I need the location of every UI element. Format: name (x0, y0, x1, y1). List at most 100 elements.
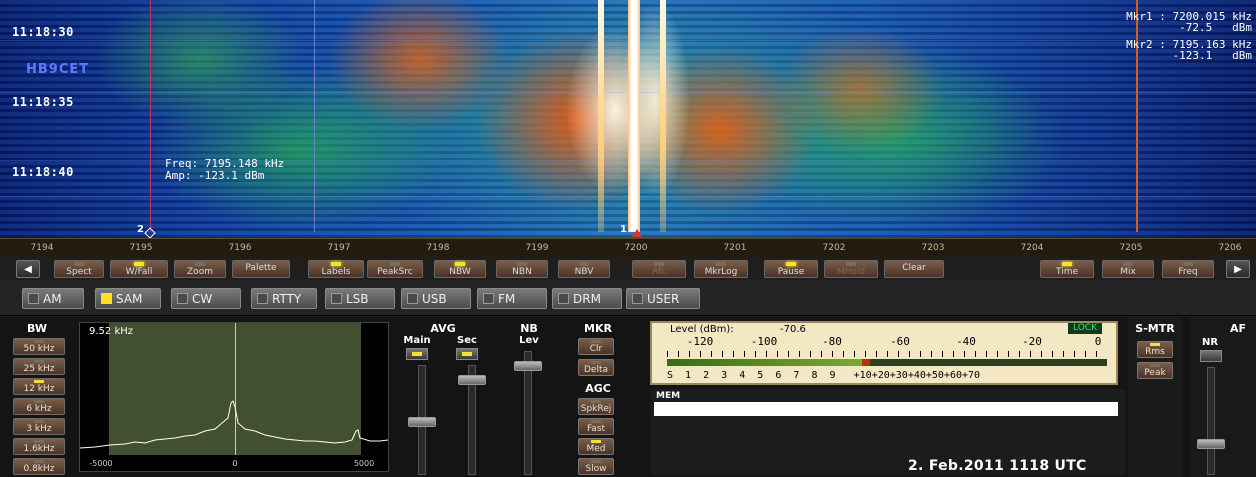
af-slider[interactable] (1197, 439, 1225, 449)
mode-fm-button[interactable]: FM (477, 288, 547, 309)
mode-drm-button[interactable]: DRM (552, 288, 622, 309)
led-indicator (1123, 262, 1133, 266)
avg-title: AVG (430, 322, 456, 335)
freq-button[interactable]: Freq (1162, 260, 1214, 278)
led-indicator (1062, 262, 1072, 266)
pause-button[interactable]: Pause (764, 260, 818, 278)
marker-2-icon[interactable] (144, 227, 156, 238)
led-indicator (1183, 262, 1193, 266)
afc-button[interactable]: Afc (632, 260, 686, 278)
nbw-button[interactable]: NBW (434, 260, 486, 278)
spectrum-axis-label: 5000 (353, 459, 375, 468)
dbm-scale-label: 0 (1094, 335, 1102, 348)
frequency-scale[interactable]: 7194 7195 7196 7197 7198 7199 7200 7201 … (0, 238, 1256, 258)
led-indicator (591, 440, 601, 443)
carrier-signal (628, 0, 640, 232)
mode-rtty-button[interactable]: RTTY (251, 288, 317, 309)
mhold-button[interactable]: MHold (824, 260, 878, 278)
mode-indicator (558, 293, 569, 304)
scroll-right-button[interactable]: ▶ (1226, 260, 1250, 278)
mem-title: MEM (656, 391, 681, 401)
dbm-scale-label: -60 (890, 335, 910, 348)
led-indicator (34, 460, 44, 463)
bw-0-8khz-button[interactable]: 0.8kHz (13, 458, 65, 475)
agc-fast-label: Fast (586, 424, 606, 434)
bw-option-label: 0.8kHz (23, 464, 55, 474)
mode-usb-label: USB (422, 292, 447, 306)
mode-lsb-button[interactable]: LSB (325, 288, 395, 309)
mode-drm-label: DRM (573, 292, 601, 306)
mkrlog-label: MkrLog (704, 267, 738, 277)
mode-cw-button[interactable]: CW (171, 288, 241, 309)
bw-3khz-button[interactable]: 3 kHz (13, 418, 65, 435)
mode-am-label: AM (43, 292, 62, 306)
meter-ticks (667, 351, 1107, 357)
nb-level-slider[interactable] (514, 361, 542, 371)
freq-label: Freq (1178, 267, 1198, 277)
waterfall-display[interactable]: 11:18:30 HB9CET 11:18:35 11:18:40 Freq: … (0, 0, 1256, 238)
led-indicator (462, 352, 472, 356)
freq-tick-label: 7202 (822, 243, 846, 253)
peaksrc-button[interactable]: PeakSrc (367, 260, 423, 278)
smtr-peak-label: Peak (1144, 368, 1166, 378)
wfall-button[interactable]: W/Fall (110, 260, 168, 278)
avg-main-toggle[interactable] (406, 348, 428, 360)
mode-sam-button[interactable]: SAM (95, 288, 161, 309)
mode-usb-button[interactable]: USB (401, 288, 471, 309)
agc-fast-button[interactable]: Fast (578, 418, 614, 435)
s-meter-mode-panel: S-MTR Rms Peak (1128, 317, 1182, 477)
led-indicator (455, 262, 465, 266)
freq-tick-label: 7199 (525, 243, 549, 253)
avg-sec-slider[interactable] (458, 375, 486, 385)
smtr-peak-button[interactable]: Peak (1137, 362, 1173, 379)
led-indicator (34, 400, 44, 403)
palette-button[interactable]: Palette (232, 260, 290, 278)
mode-am-button[interactable]: AM (22, 288, 84, 309)
mem-input[interactable] (654, 402, 1118, 416)
cursor-line (314, 0, 315, 232)
led-indicator (591, 361, 601, 364)
zoom-button[interactable]: Zoom (174, 260, 226, 278)
af-nr-toggle[interactable] (1200, 350, 1222, 362)
mix-button[interactable]: Mix (1102, 260, 1154, 278)
bw-12khz-button[interactable]: 12 kHz (13, 378, 65, 395)
led-indicator (517, 262, 527, 266)
mkrlog-button[interactable]: MkrLog (694, 260, 748, 278)
mode-indicator (407, 293, 418, 304)
bw-50khz-button[interactable]: 50 kHz (13, 338, 65, 355)
spect-button[interactable]: Spect (54, 260, 104, 278)
led-indicator (846, 262, 856, 266)
agc-slow-button[interactable]: Slow (578, 458, 614, 475)
mode-user-button[interactable]: USER (626, 288, 700, 309)
bw-25khz-button[interactable]: 25 kHz (13, 358, 65, 375)
mkr-delta-button[interactable]: Delta (578, 359, 614, 376)
af-title: AF (1230, 322, 1247, 335)
time-button[interactable]: Time (1040, 260, 1094, 278)
tuning-marker-icon[interactable] (632, 229, 642, 237)
led-indicator (34, 340, 44, 343)
agc-med-button[interactable]: Med (578, 438, 614, 455)
scroll-left-button[interactable]: ◀ (16, 260, 40, 278)
clear-label: Clear (902, 263, 926, 273)
clear-button[interactable]: Clear (884, 260, 944, 278)
smtr-rms-button[interactable]: Rms (1137, 341, 1173, 358)
sideband-signal (660, 0, 666, 232)
agc-med-label: Med (586, 444, 606, 454)
bw-1-6khz-button[interactable]: 1.6kHz (13, 438, 65, 455)
mkr-clr-button[interactable]: Clr (578, 338, 614, 355)
bw-6khz-button[interactable]: 6 kHz (13, 398, 65, 415)
mkr-delta-label: Delta (583, 365, 608, 375)
nbv-button[interactable]: NBV (558, 260, 610, 278)
pause-label: Pause (777, 267, 805, 277)
avg-sec-toggle[interactable] (456, 348, 478, 360)
bw-option-label: 25 kHz (23, 364, 55, 374)
mode-fm-label: FM (498, 292, 516, 306)
nbn-button[interactable]: NBN (496, 260, 548, 278)
labels-button[interactable]: Labels (308, 260, 364, 278)
passband-spectrum[interactable]: 9.52 kHz -5000 0 5000 (79, 322, 389, 472)
smtr-title: S-MTR (1135, 322, 1175, 335)
agc-spkrej-button[interactable]: SpkRej (578, 398, 614, 415)
time-label-text: Time (1055, 267, 1079, 277)
freq-tick-label: 7197 (327, 243, 351, 253)
avg-main-slider[interactable] (408, 417, 436, 427)
